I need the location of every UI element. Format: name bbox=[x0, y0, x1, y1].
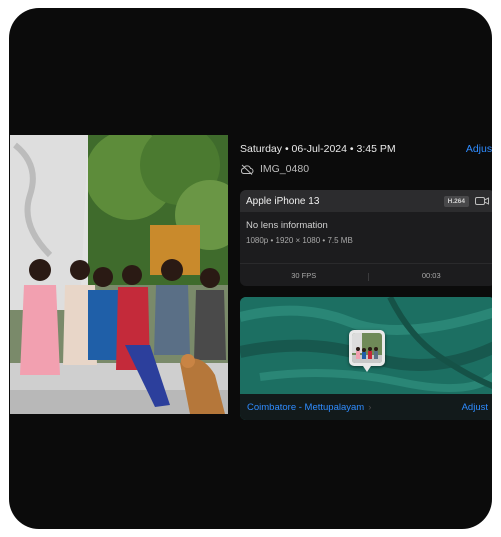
duration-value: 00:03 bbox=[367, 271, 493, 281]
cloud-off-icon bbox=[240, 164, 254, 175]
photo-location-pin[interactable] bbox=[349, 330, 385, 372]
lens-info: No lens information bbox=[246, 220, 328, 231]
camera-model: Apple iPhone 13 bbox=[246, 195, 320, 207]
location-name: Coimbatore - Mettupalayam bbox=[247, 401, 365, 413]
video-icon bbox=[475, 197, 489, 205]
file-name: IMG_0480 bbox=[260, 163, 310, 175]
info-panel: Saturday • 06-Jul-2024 • 3:45 PM Adjust … bbox=[240, 135, 492, 425]
capture-date: Saturday • 06-Jul-2024 • 3:45 PM bbox=[240, 143, 396, 155]
codec-badge: H.264 bbox=[443, 195, 469, 207]
camera-info-card: Apple iPhone 13 H.264 No lens informatio… bbox=[240, 190, 492, 286]
chevron-right-icon: › bbox=[368, 401, 372, 413]
adjust-location-button[interactable]: Adjust bbox=[462, 402, 488, 413]
camera-footer: 30 FPS 00:03 bbox=[240, 263, 492, 286]
camera-header: Apple iPhone 13 H.264 bbox=[240, 190, 492, 212]
file-name-row: IMG_0480 bbox=[240, 162, 309, 176]
map-footer: Coimbatore - Mettupalayam › Adjust bbox=[240, 394, 492, 420]
adjust-date-button[interactable]: Adjust bbox=[466, 143, 492, 155]
location-link[interactable]: Coimbatore - Mettupalayam › bbox=[247, 402, 462, 413]
location-map[interactable]: Coimbatore - Mettupalayam › Adjust bbox=[240, 297, 492, 420]
fps-value: 30 FPS bbox=[291, 270, 317, 280]
app-window: Saturday • 06-Jul-2024 • 3:45 PM Adjust … bbox=[9, 8, 492, 529]
video-specs: 1080p • 1920 × 1080 • 7.5 MB bbox=[246, 236, 353, 245]
pin-thumbnail bbox=[352, 333, 382, 363]
photo-preview[interactable] bbox=[10, 135, 228, 414]
